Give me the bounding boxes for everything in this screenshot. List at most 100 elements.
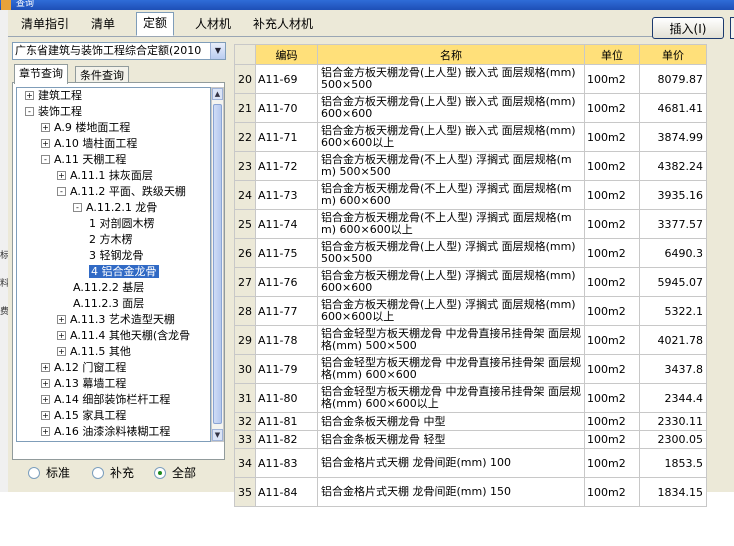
cell-price: 2300.05 — [639, 430, 707, 449]
table-row[interactable]: 30 A11-79 铝合金轻型方板天棚龙骨 中龙骨直接吊挂骨架 面层规格(mm) 6… — [234, 354, 707, 384]
tree-node[interactable]: + A.15 家具工程 — [41, 408, 126, 424]
column-header-unit[interactable]: 单位 — [584, 44, 640, 65]
table-row[interactable]: 32 A11-81 铝合金条板天棚龙骨 中型 100m2 2330.11 — [234, 412, 707, 431]
cell-price: 2330.11 — [639, 412, 707, 431]
tree-node[interactable]: + A.11.1 抹灰面层 — [57, 168, 153, 184]
tree-node[interactable]: 2 方木楞 — [89, 232, 133, 248]
cell-code: A11-79 — [255, 354, 318, 384]
cell-code: A11-77 — [255, 296, 318, 326]
tree-node[interactable]: + A.13 幕墙工程 — [41, 376, 126, 392]
expand-icon[interactable]: + — [41, 378, 50, 388]
cell-code: A11-83 — [255, 448, 318, 478]
table-row[interactable]: 23 A11-72 铝合金方板天棚龙骨(不上人型) 浮搁式 面层规格(mm) 500… — [234, 151, 707, 181]
expand-icon[interactable]: + — [41, 122, 50, 132]
tree-node[interactable]: + A.10 墙柱面工程 — [41, 136, 137, 152]
column-header-price[interactable]: 单价 — [639, 44, 707, 65]
table-row[interactable]: 20 A11-69 铝合金方板天棚龙骨(上人型) 嵌入式 面层规格(mm) 500×… — [234, 64, 707, 94]
expand-icon[interactable]: + — [57, 314, 66, 324]
tree-node-label: A.11.2 平面、跌级天棚 — [70, 185, 186, 198]
cell-code: A11-75 — [255, 238, 318, 268]
expand-icon[interactable]: + — [41, 426, 50, 436]
tree-node[interactable]: + A.12 门窗工程 — [41, 360, 126, 376]
tree-node[interactable]: - A.11 天棚工程 — [41, 152, 126, 168]
tab-bill[interactable]: 清单 — [84, 13, 122, 35]
radio-all[interactable]: 全部 — [154, 466, 196, 480]
expand-icon[interactable]: + — [41, 410, 50, 420]
row-number: 25 — [234, 209, 256, 239]
tree-node-label: A.10 墙柱面工程 — [54, 137, 138, 150]
expand-icon[interactable]: + — [25, 90, 34, 100]
expand-icon[interactable]: + — [57, 170, 66, 180]
tree-node[interactable]: 3 轻钢龙骨 — [89, 248, 144, 264]
scroll-up-icon[interactable]: ▲ — [212, 88, 223, 100]
table-row[interactable]: 24 A11-73 铝合金方板天棚龙骨(不上人型) 浮搁式 面层规格(mm) 600… — [234, 180, 707, 210]
tree-node[interactable]: - A.11.2 平面、跌级天棚 — [57, 184, 186, 200]
table-row[interactable]: 27 A11-76 铝合金方板天棚龙骨(上人型) 浮搁式 面层规格(mm) 600×… — [234, 267, 707, 297]
tree-node[interactable]: + 建筑工程 — [25, 88, 82, 104]
table-row[interactable]: 31 A11-80 铝合金轻型方板天棚龙骨 中龙骨直接吊挂骨架 面层规格(mm) 6… — [234, 383, 707, 413]
table-row[interactable]: 25 A11-74 铝合金方板天棚龙骨(不上人型) 浮搁式 面层规格(mm) 600… — [234, 209, 707, 239]
tree-node[interactable]: - 装饰工程 — [25, 104, 82, 120]
scroll-thumb[interactable] — [213, 104, 222, 424]
tab-labor-material-machine[interactable]: 人材机 — [188, 13, 238, 35]
radio-standard[interactable]: 标准 — [28, 466, 70, 480]
collapse-icon[interactable]: - — [41, 154, 50, 164]
table-row[interactable]: 33 A11-82 铝合金条板天棚龙骨 轻型 100m2 2300.05 — [234, 430, 707, 449]
row-number: 23 — [234, 151, 256, 181]
tree-scrollbar[interactable]: ▲ ▼ — [211, 87, 224, 442]
tree-node-label: A.14 细部装饰栏杆工程 — [54, 393, 171, 406]
quota-library-select[interactable]: 广东省建筑与装饰工程综合定额(2010 ▼ — [12, 42, 226, 60]
table-row[interactable]: 29 A11-78 铝合金轻型方板天棚龙骨 中龙骨直接吊挂骨架 面层规格(mm) 5… — [234, 325, 707, 355]
expand-icon[interactable]: + — [41, 362, 50, 372]
table-row[interactable]: 22 A11-71 铝合金方板天棚龙骨(上人型) 嵌入式 面层规格(mm) 600×… — [234, 122, 707, 152]
chevron-down-icon[interactable]: ▼ — [210, 43, 225, 59]
tree-node-label: 装饰工程 — [38, 105, 82, 118]
collapse-icon[interactable]: - — [25, 106, 34, 116]
expand-icon[interactable]: + — [57, 346, 66, 356]
table-row[interactable]: 28 A11-77 铝合金方板天棚龙骨(上人型) 浮搁式 面层规格(mm) 600×… — [234, 296, 707, 326]
tree-node[interactable]: - A.11.2.1 龙骨 — [73, 200, 157, 216]
expand-icon[interactable]: + — [41, 394, 50, 404]
column-header-name[interactable]: 名称 — [317, 44, 585, 65]
scroll-down-icon[interactable]: ▼ — [212, 429, 223, 441]
partial-button[interactable] — [730, 17, 734, 39]
tab-chapter-query[interactable]: 章节查询 — [14, 64, 68, 84]
tree-node[interactable]: + A.11.3 艺术造型天棚 — [57, 312, 175, 328]
cell-price: 6490.3 — [639, 238, 707, 268]
tree-node[interactable]: + A.9 楼地面工程 — [41, 120, 130, 136]
expand-icon[interactable]: + — [41, 138, 50, 148]
tab-quota[interactable]: 定额 — [136, 12, 175, 36]
cell-code: A11-76 — [255, 267, 318, 297]
tree-node[interactable]: + A.14 细部装饰栏杆工程 — [41, 392, 170, 408]
collapse-icon[interactable]: - — [57, 186, 66, 196]
tree-node[interactable]: A.11.2.3 面层 — [73, 296, 144, 312]
chapter-tree[interactable]: + 建筑工程 - 装饰工程 + A.9 楼地面工程 + A.10 墙柱面工程 - A.11 天棚工… — [16, 87, 211, 442]
column-header-code[interactable]: 编码 — [255, 44, 318, 65]
cell-price: 4382.24 — [639, 151, 707, 181]
table-row[interactable]: 26 A11-75 铝合金方板天棚龙骨(上人型) 浮搁式 面层规格(mm) 500×… — [234, 238, 707, 268]
cell-unit: 100m2 — [584, 180, 640, 210]
tree-node[interactable]: + A.11.4 其他天棚(含龙骨 — [57, 328, 190, 344]
cell-name: 铝合金方板天棚龙骨(上人型) 浮搁式 面层规格(mm) 600×600 — [317, 267, 585, 297]
cell-unit: 100m2 — [584, 151, 640, 181]
radio-supplement[interactable]: 补充 — [92, 466, 134, 480]
insert-button[interactable]: 插入(I) — [652, 17, 724, 39]
tree-node[interactable]: + A.16 油漆涂料裱糊工程 — [41, 424, 170, 440]
row-number: 31 — [234, 383, 256, 413]
cell-unit: 100m2 — [584, 93, 640, 123]
tree-node[interactable]: 1 对剖圆木楞 — [89, 216, 155, 232]
cell-name: 铝合金方板天棚龙骨(不上人型) 浮搁式 面层规格(mm) 600×600 — [317, 180, 585, 210]
tree-node[interactable]: + A.11.5 其他 — [57, 344, 131, 360]
expand-icon[interactable]: + — [57, 330, 66, 340]
tree-node-label: 3 轻钢龙骨 — [89, 249, 144, 262]
radio-label: 补充 — [110, 466, 135, 480]
tab-supplementary-lmm[interactable]: 补充人材机 — [246, 13, 320, 35]
table-row[interactable]: 21 A11-70 铝合金方板天棚龙骨(上人型) 嵌入式 面层规格(mm) 600×… — [234, 93, 707, 123]
cell-code: A11-72 — [255, 151, 318, 181]
collapse-icon[interactable]: - — [73, 202, 82, 212]
tree-node[interactable]: A.11.2.2 基层 — [73, 280, 144, 296]
table-row[interactable]: 35 A11-84 铝合金格片式天棚 龙骨间距(mm) 150 100m2 1834.1… — [234, 477, 707, 507]
table-row[interactable]: 34 A11-83 铝合金格片式天棚 龙骨间距(mm) 100 100m2 1853.5 — [234, 448, 707, 478]
tree-node[interactable]: 4 铝合金龙骨 — [89, 264, 159, 280]
tab-bill-guide[interactable]: 清单指引 — [14, 13, 76, 35]
